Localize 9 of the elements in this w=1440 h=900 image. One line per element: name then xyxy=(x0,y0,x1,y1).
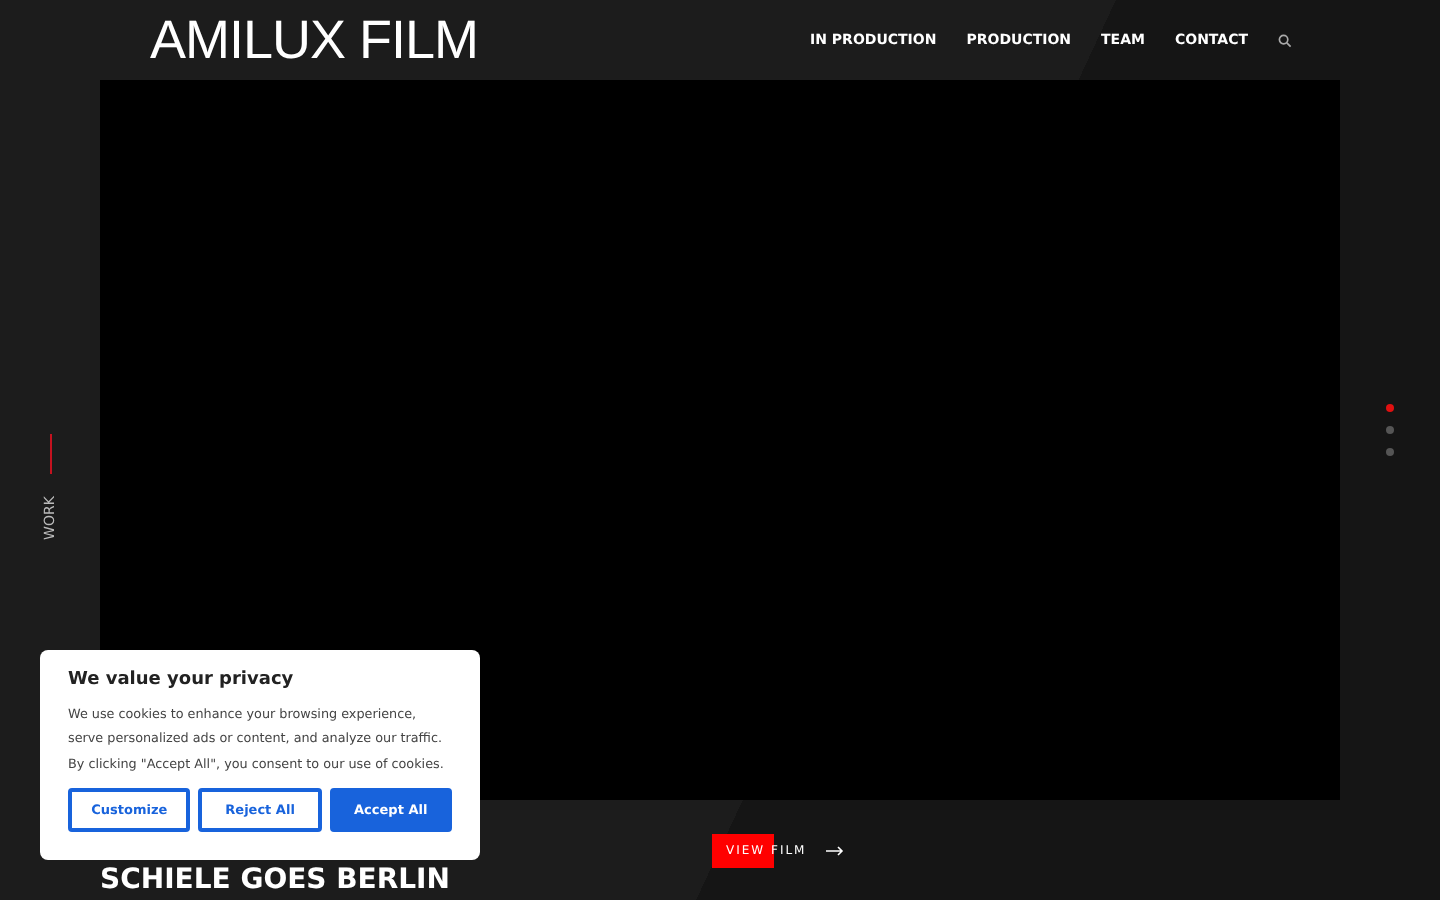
accent-line xyxy=(49,434,51,474)
slide-dot[interactable] xyxy=(1386,426,1394,434)
film-title: SCHIELE GOES BERLIN xyxy=(100,864,450,896)
dialog-title: We value your privacy xyxy=(68,670,296,690)
arrow-icon xyxy=(826,845,845,855)
slide-dot[interactable] xyxy=(1386,448,1394,456)
search-icon[interactable] xyxy=(1278,33,1292,47)
slide-dot[interactable] xyxy=(1386,404,1394,412)
logo[interactable]: AMILUX FILM xyxy=(150,9,479,71)
